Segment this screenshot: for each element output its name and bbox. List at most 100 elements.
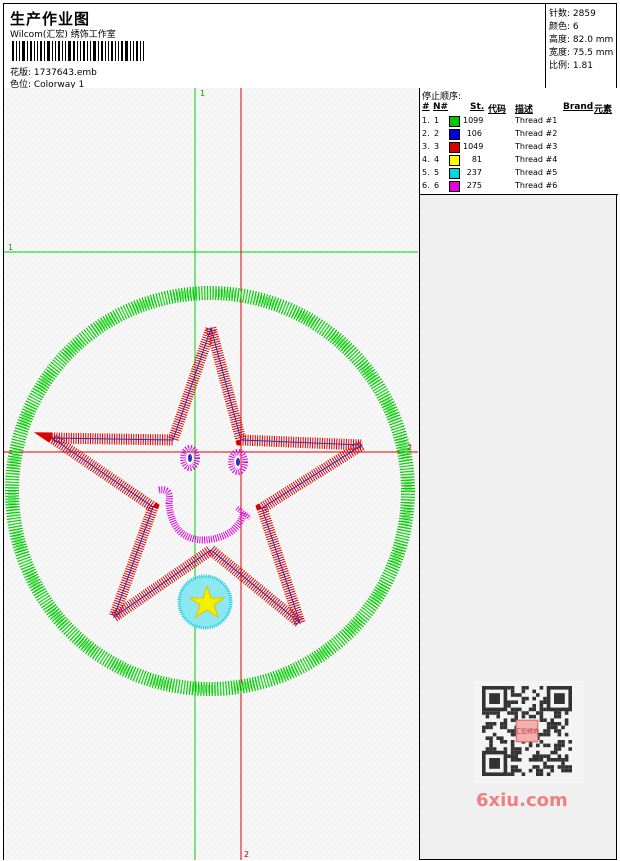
row-description: Thread #6 xyxy=(515,181,558,190)
barcode-bar xyxy=(19,41,20,61)
stop-sequence-table: 停止顺序: # N# St. 代码 描述 Brand 元素 1. 1 1099 Thr… xyxy=(420,88,618,195)
barcode-bar xyxy=(101,41,103,61)
col-description: 描述 xyxy=(515,105,534,115)
design-canvas[interactable]: 1 1 2 2 xyxy=(3,88,420,860)
company-name: Wilcom(汇宏) 绣饰工作室 xyxy=(10,30,116,40)
table-row[interactable]: 2. 2 106 Thread #2 xyxy=(420,128,618,141)
thread-color-swatch xyxy=(449,168,460,179)
row-needle: 2 xyxy=(434,129,440,138)
row-description: Thread #3 xyxy=(515,142,558,151)
barcode-bar xyxy=(16,41,17,61)
stop-sequence-title: 停止顺序: xyxy=(422,92,462,102)
col-brand: Brand xyxy=(563,102,594,112)
barcode-bar xyxy=(22,41,25,61)
row-stitches: 237 xyxy=(466,168,482,177)
thread-color-swatch xyxy=(449,181,460,192)
row-stitches: 1049 xyxy=(463,142,484,151)
barcode-bar xyxy=(115,41,116,61)
col-stitches: St. xyxy=(470,102,485,112)
site-watermark: 6xiu.com xyxy=(476,790,568,811)
barcode-bar xyxy=(80,41,81,61)
qr-center-label: 汇宏绣饰 xyxy=(515,728,539,736)
guide-label-v-red: 2 xyxy=(244,850,249,859)
page-title: 生产作业图 xyxy=(10,10,91,28)
col-code: 代码 xyxy=(488,105,507,115)
thread-color-swatch xyxy=(449,129,460,140)
col-num: # xyxy=(422,102,430,112)
barcode-bar xyxy=(93,41,96,61)
row-index: 4. xyxy=(422,155,430,164)
barcode-bar xyxy=(65,41,66,61)
barcode-bar xyxy=(73,41,75,61)
table-row[interactable]: 3. 3 1049 Thread #3 xyxy=(420,141,618,154)
barcode-bar xyxy=(68,41,71,61)
qr-code: 汇宏绣饰 xyxy=(474,681,584,783)
row-index: 5. xyxy=(422,168,430,177)
row-stitches: 1099 xyxy=(463,116,484,125)
row-description: Thread #4 xyxy=(515,155,558,164)
barcode xyxy=(12,41,146,61)
table-row[interactable]: 5. 5 237 Thread #5 xyxy=(420,167,618,180)
row-index: 2. xyxy=(422,129,430,138)
barcode-bar xyxy=(30,41,32,61)
guide-label-v-green: 1 xyxy=(200,89,205,98)
barcode-bar xyxy=(121,41,123,61)
color-count: 颜色: 6 xyxy=(549,22,579,32)
row-description: Thread #2 xyxy=(515,129,558,138)
barcode-bar xyxy=(27,41,28,61)
row-index: 3. xyxy=(422,142,430,151)
table-row[interactable]: 6. 6 275 Thread #6 xyxy=(420,180,618,193)
row-stitches: 275 xyxy=(466,181,482,190)
barcode-bar xyxy=(58,41,60,61)
barcode-bar xyxy=(12,41,14,61)
row-needle: 4 xyxy=(434,155,440,164)
row-description: Thread #5 xyxy=(515,168,558,177)
design-width: 宽度: 75.5 mm xyxy=(549,48,614,58)
barcode-bar xyxy=(87,41,88,61)
barcode-bar xyxy=(83,41,85,61)
stitch-count: 针数: 2859 xyxy=(549,9,596,19)
barcode-bar xyxy=(40,41,42,61)
barcode-bar xyxy=(44,41,45,61)
row-needle: 3 xyxy=(434,142,440,151)
design-scale: 比例: 1.81 xyxy=(549,61,593,71)
barcode-bar xyxy=(143,41,144,61)
barcode-bar xyxy=(105,41,106,61)
row-description: Thread #1 xyxy=(515,116,558,125)
barcode-bar xyxy=(55,41,56,61)
row-index: 6. xyxy=(422,181,430,190)
row-needle: 5 xyxy=(434,168,440,177)
barcode-bar xyxy=(125,41,128,61)
header-panel: 生产作业图 Wilcom(汇宏) 绣饰工作室 花版: 1737643.emb 色… xyxy=(3,3,617,90)
barcode-bar xyxy=(37,41,38,61)
barcode-bar xyxy=(111,41,113,61)
thread-color-swatch xyxy=(449,142,460,153)
barcode-bar xyxy=(62,41,63,61)
embroidery-preview: 1 1 2 2 xyxy=(4,88,420,860)
thread-color-swatch xyxy=(449,155,460,166)
guide-label-h-green: 1 xyxy=(8,243,13,252)
barcode-bar xyxy=(140,41,141,61)
barcode-bar xyxy=(98,41,99,61)
row-needle: 6 xyxy=(434,181,440,190)
barcode-bar xyxy=(47,41,50,61)
barcode-bar xyxy=(133,41,134,61)
table-row[interactable]: 4. 4 81 Thread #4 xyxy=(420,154,618,167)
row-stitches: 106 xyxy=(466,129,482,138)
design-height: 高度: 82.0 mm xyxy=(549,35,614,45)
table-row[interactable]: 1. 1 1099 Thread #1 xyxy=(420,115,618,128)
barcode-bar xyxy=(90,41,91,61)
barcode-bar xyxy=(118,41,119,61)
row-needle: 1 xyxy=(434,116,440,125)
barcode-bar xyxy=(77,41,78,61)
barcode-bar xyxy=(108,41,109,61)
barcode-bar xyxy=(130,41,131,61)
col-n: N# xyxy=(433,102,449,112)
row-index: 1. xyxy=(422,116,430,125)
row-stitches: 81 xyxy=(471,155,482,164)
barcode-bar xyxy=(52,41,53,61)
stats-panel: 针数: 2859 颜色: 6 高度: 82.0 mm 宽度: 75.5 mm 比… xyxy=(545,4,616,88)
barcode-bar xyxy=(136,41,138,61)
col-element: 元素 xyxy=(594,105,613,115)
thread-color-swatch xyxy=(449,116,460,127)
